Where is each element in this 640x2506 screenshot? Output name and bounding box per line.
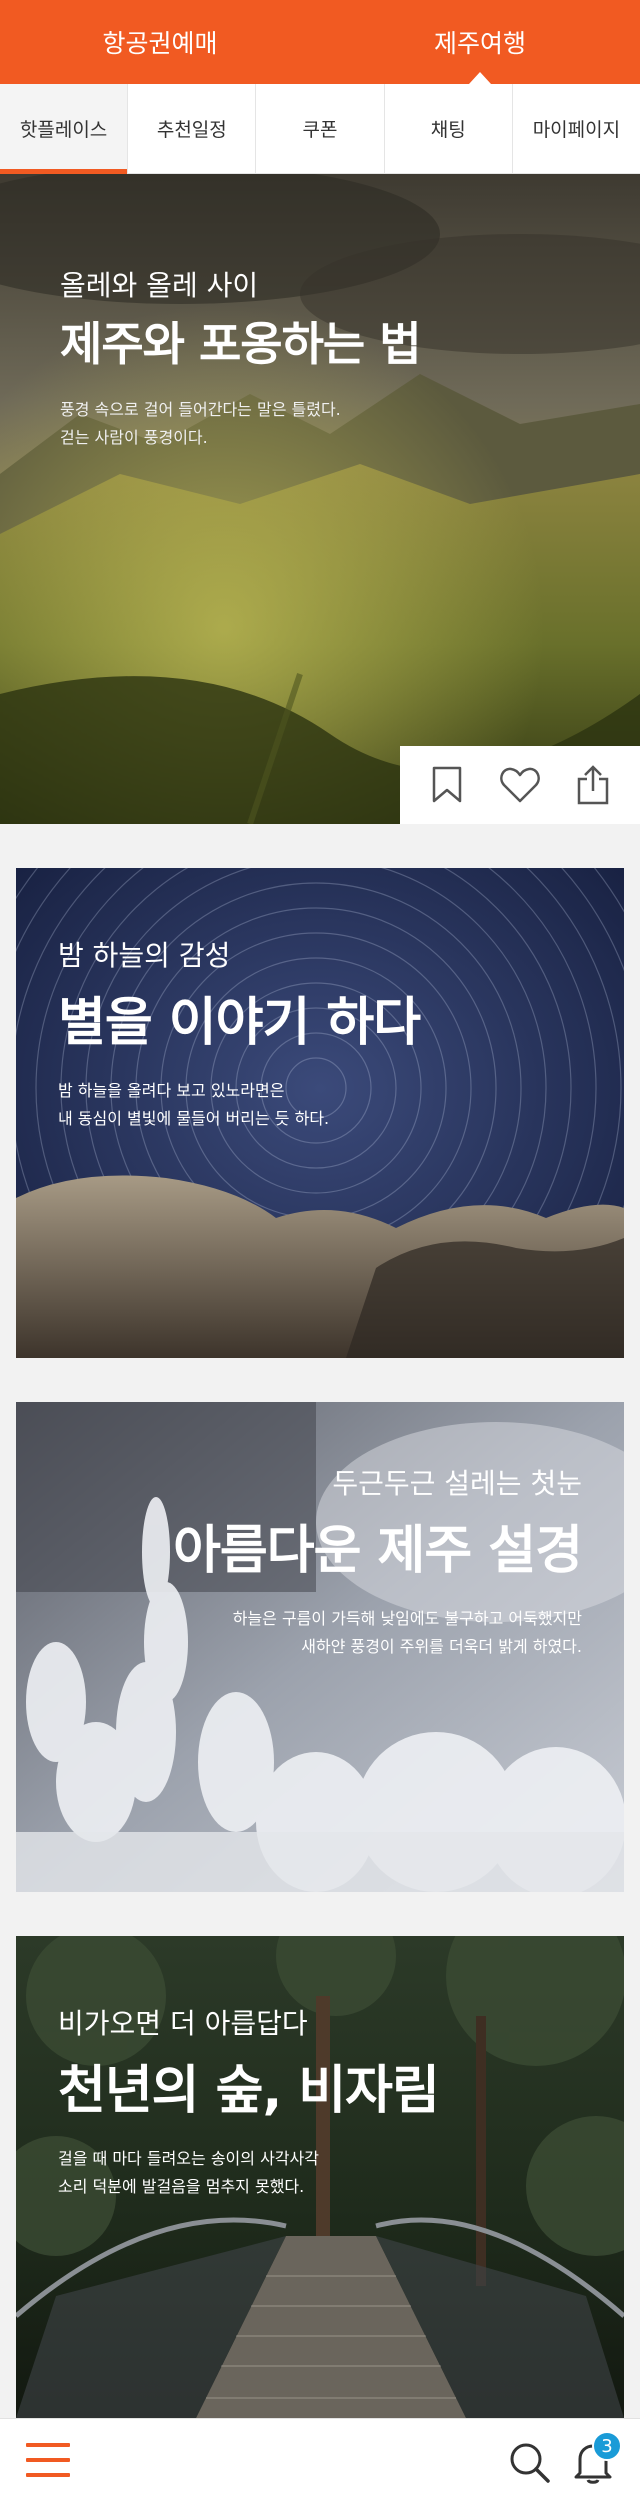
tab-flight-booking-label: 항공권예매 [102, 29, 218, 58]
story-card-stars[interactable]: 밤 하늘의 감성 별을 이야기 하다 밤 하늘을 올려다 보고 있노라면은 내 … [16, 868, 624, 1358]
share-icon[interactable] [565, 757, 621, 813]
subtab-recommended-schedule[interactable]: 추천일정 [127, 84, 255, 173]
card-text: 밤 하늘의 감성 별을 이야기 하다 밤 하늘을 올려다 보고 있노라면은 내 … [58, 934, 421, 1133]
card-description: 걸을 때 마다 들려오는 송이의 사각사각 소리 덕분에 발걸음을 멈추지 못했… [58, 2145, 439, 2201]
card-subtitle: 밤 하늘의 감성 [58, 939, 231, 972]
subtab-label: 추천일정 [156, 119, 227, 141]
card-title: 천년의 숲, 비자림 [58, 2061, 440, 2121]
card-desc-line: 밤 하늘을 올려다 보고 있노라면은 [58, 1081, 285, 1100]
card-text: 두근두근 설레는 첫눈 아름다운 제주 설경 하늘은 구름이 가득해 낮임에도 … [173, 1462, 583, 1661]
hero-title: 제주와 포옹하는 법 [60, 317, 422, 371]
card-text: 비가오면 더 아릅답다 천년의 숲, 비자림 걸을 때 마다 들려오는 송이의 … [58, 2002, 440, 2201]
hero-desc-line: 풍경 속으로 걸어 들어간다는 말은 틀렸다. [60, 400, 341, 419]
tab-jeju-travel[interactable]: 제주여행 [320, 0, 640, 84]
hero-desc-line: 걷는 사람이 풍경이다. [60, 428, 208, 447]
card-desc-line: 새하얀 풍경이 주위를 더욱더 밝게 하였다. [301, 1637, 582, 1656]
subtab-hotplace[interactable]: 핫플레이스 [0, 84, 128, 174]
story-card-forest[interactable]: 비가오면 더 아릅답다 천년의 숲, 비자림 걸을 때 마다 들려오는 송이의 … [16, 1936, 624, 2418]
story-card-snow[interactable]: 두근두근 설레는 첫눈 아름다운 제주 설경 하늘은 구름이 가득해 낮임에도 … [16, 1402, 624, 1892]
hero-subtitle: 올레와 올레 사이 [60, 269, 259, 302]
card-description: 밤 하늘을 올려다 보고 있노라면은 내 동심이 별빛에 물들어 버리는 듯 하… [58, 1077, 420, 1133]
card-desc-line: 소리 덕분에 발걸음을 멈추지 못했다. [58, 2177, 305, 2196]
subtab-mypage[interactable]: 마이페이지 [511, 84, 640, 173]
search-icon[interactable] [506, 2439, 554, 2487]
card-subtitle: 두근두근 설레는 첫눈 [332, 1467, 582, 1500]
subtab-label: 마이페이지 [532, 119, 621, 141]
hero-banner[interactable]: 올레와 올레 사이 제주와 포옹하는 법 풍경 속으로 걸어 들어간다는 말은 … [0, 174, 640, 824]
card-desc-line: 걸을 때 마다 들려오는 송이의 사각사각 [58, 2149, 319, 2168]
notification-badge: 3 [592, 2431, 622, 2461]
tab-flight-booking[interactable]: 항공권예매 [0, 0, 320, 84]
card-subtitle: 비가오면 더 아릅답다 [58, 2007, 308, 2040]
card-desc-line: 내 동심이 별빛에 물들어 버리는 듯 하다. [58, 1109, 330, 1128]
hamburger-menu-icon[interactable] [26, 2443, 70, 2483]
subtab-label: 핫플레이스 [19, 119, 108, 141]
bookmark-icon[interactable] [419, 757, 475, 813]
card-desc-line: 하늘은 구름이 가득해 낮임에도 불구하고 어둑했지만 [232, 1609, 582, 1628]
card-title: 아름다운 제주 설경 [173, 1521, 583, 1581]
subtab-coupon[interactable]: 쿠폰 [255, 84, 383, 173]
hero-action-bar [400, 746, 640, 824]
card-title: 별을 이야기 하다 [58, 993, 421, 1053]
top-navigation: 항공권예매 제주여행 [0, 0, 640, 84]
subtab-label: 쿠폰 [302, 119, 338, 141]
hero-description: 풍경 속으로 걸어 들어간다는 말은 틀렸다. 걷는 사람이 풍경이다. [60, 396, 341, 452]
subtab-label: 채팅 [430, 119, 466, 141]
card-description: 하늘은 구름이 가득해 낮임에도 불구하고 어둑했지만 새하얀 풍경이 주위를 … [173, 1605, 582, 1661]
sub-navigation: 핫플레이스 추천일정 쿠폰 채팅 마이페이지 [0, 84, 640, 174]
bottom-bar: 3 [0, 2418, 640, 2506]
subtab-chat[interactable]: 채팅 [383, 84, 512, 173]
heart-icon[interactable] [492, 757, 548, 813]
tab-jeju-travel-label: 제주여행 [433, 29, 526, 58]
